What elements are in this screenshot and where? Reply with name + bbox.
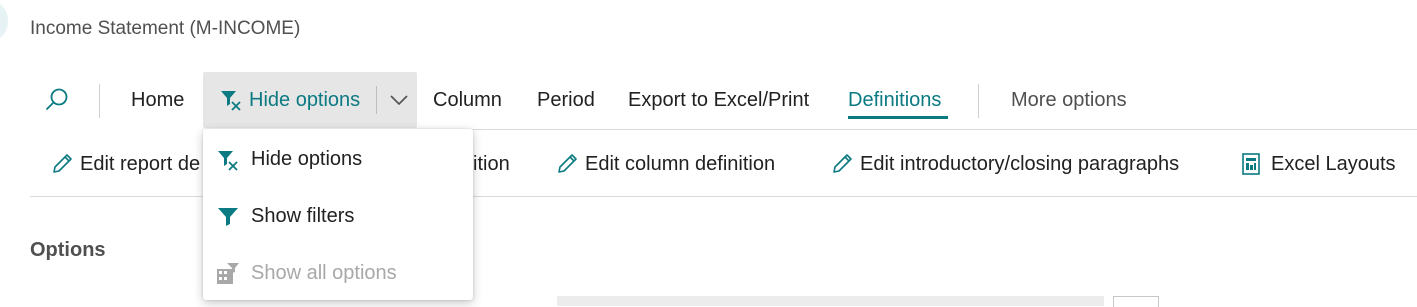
tab-home[interactable]: Home — [131, 72, 184, 128]
hide-filter-icon — [203, 148, 251, 172]
excel-layouts-label: Excel Layouts — [1271, 152, 1396, 175]
page-title: Income Statement (M-INCOME) — [30, 18, 301, 39]
menu-item-label: Show filters — [251, 205, 355, 227]
hide-options-dropdown-toggle[interactable] — [383, 72, 415, 128]
search-button[interactable] — [44, 72, 70, 128]
show-all-options-icon — [203, 262, 251, 286]
tab-period[interactable]: Period — [537, 72, 595, 128]
tab-column[interactable]: Column — [433, 72, 502, 128]
excel-layouts-button[interactable]: Excel Layouts — [1241, 132, 1396, 196]
edit-row-definition-button[interactable]: ition — [473, 132, 510, 196]
edit-report-definition-button[interactable]: Edit report de — [50, 132, 200, 196]
divider — [376, 86, 377, 114]
edit-column-definition-button[interactable]: Edit column definition — [555, 132, 775, 196]
tab-export[interactable]: Export to Excel/Print — [628, 72, 809, 128]
chevron-down-icon — [389, 94, 409, 106]
hide-filter-icon — [219, 88, 243, 112]
menu-item-show-filters[interactable]: Show filters — [203, 188, 473, 245]
edit-paragraphs-button[interactable]: Edit introductory/closing paragraphs — [830, 132, 1179, 196]
hide-options-label: Hide options — [249, 88, 361, 111]
divider — [99, 84, 100, 118]
tab-definitions[interactable]: Definitions — [848, 72, 941, 128]
pencil-icon — [555, 152, 579, 176]
divider — [473, 129, 1417, 130]
edit-row-definition-label: ition — [473, 152, 510, 175]
hide-options-menu: Hide options Show filters Show all optio… — [203, 129, 473, 300]
avatar — [0, 2, 8, 40]
pencil-icon — [50, 152, 74, 176]
menu-item-label: Hide options — [251, 148, 363, 170]
pencil-icon — [830, 152, 854, 176]
more-options-button[interactable]: More options — [1011, 72, 1127, 128]
divider — [978, 84, 979, 118]
menu-item-label: Show all options — [251, 262, 397, 284]
excel-layout-icon — [1241, 153, 1261, 175]
action-bar: Home Hide options Column Period Export t… — [0, 72, 1417, 132]
hide-options-split-button: Hide options — [203, 72, 417, 128]
active-tab-indicator — [848, 116, 948, 119]
menu-item-hide-options[interactable]: Hide options — [203, 131, 473, 188]
section-heading-options: Options — [30, 239, 106, 261]
edit-column-definition-label: Edit column definition — [585, 152, 776, 175]
filter-icon — [203, 205, 251, 229]
search-icon — [44, 87, 70, 113]
hide-options-button[interactable]: Hide options — [203, 72, 375, 128]
edit-report-definition-label: Edit report de — [80, 152, 201, 175]
menu-item-show-all-options: Show all options — [203, 245, 473, 302]
edit-paragraphs-label: Edit introductory/closing paragraphs — [860, 152, 1180, 175]
option-field-button[interactable] — [1113, 296, 1159, 307]
option-field[interactable] — [557, 296, 1104, 306]
